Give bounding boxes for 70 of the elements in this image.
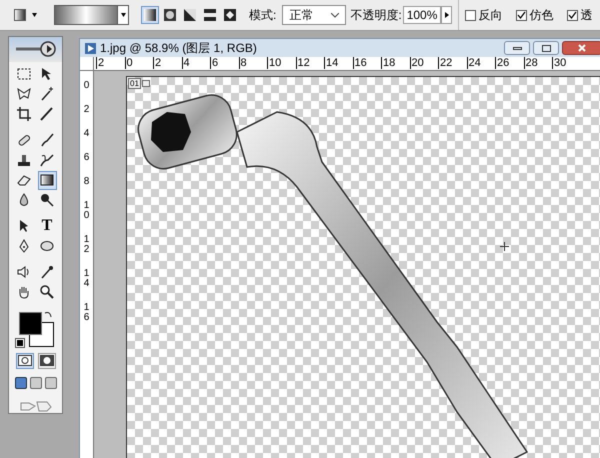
checkbox[interactable] <box>516 10 528 20</box>
standard-mode-icon[interactable] <box>16 352 34 369</box>
opacity-label: 不透明度: <box>350 7 402 24</box>
type-tool-button[interactable]: T <box>38 216 56 236</box>
opacity-slider-button[interactable] <box>441 6 452 24</box>
ruler-number: 10 <box>267 57 296 69</box>
ruler-number: 14 <box>324 57 352 69</box>
caret-icon <box>32 13 37 17</box>
ruler-number: 10 <box>83 201 90 221</box>
screen-mode-icon[interactable] <box>14 376 26 389</box>
ruler-number: 0 <box>124 57 153 69</box>
ruler-number: 18 <box>381 57 410 69</box>
ruler-number: 16 <box>352 57 381 69</box>
foreground-color-swatch[interactable] <box>18 312 42 335</box>
maximize-button[interactable] <box>533 41 559 55</box>
ruler-number: 20 <box>410 57 438 69</box>
minimize-button[interactable] <box>504 41 530 55</box>
ruler-number: 4 <box>182 57 210 69</box>
checkbox-label: 反向 <box>478 7 502 24</box>
diamond-gradient-button[interactable] <box>221 6 239 24</box>
background-color-swatch[interactable] <box>28 322 54 347</box>
close-button[interactable] <box>562 41 600 55</box>
ruler-number: 2 <box>96 57 124 69</box>
ruler-number: 14 <box>83 269 90 289</box>
ruler-number: 22 <box>438 57 466 69</box>
ruler-number: 6 <box>210 57 238 69</box>
gradient-picker[interactable] <box>54 5 129 25</box>
ruler-number: 2 <box>153 57 182 69</box>
ruler-number: 26 <box>495 57 524 69</box>
checkbox[interactable] <box>465 10 476 20</box>
ruler-number: 8 <box>238 57 267 69</box>
angle-gradient-button[interactable] <box>181 6 199 24</box>
ruler-number: 2 <box>83 105 90 115</box>
jump-to-imageready-icon[interactable] <box>18 398 52 413</box>
ruler-number: 30 <box>552 57 580 69</box>
ruler-number: 0 <box>83 81 90 91</box>
checkbox-label: 仿色 <box>529 7 554 24</box>
ruler-number: 16 <box>83 303 90 323</box>
ruler-number: 8 <box>83 177 90 187</box>
ruler-origin-corner[interactable] <box>80 57 94 71</box>
opacity-field[interactable]: 100% <box>402 6 442 24</box>
ruler-number: 12 <box>83 235 90 255</box>
reflected-gradient-button[interactable] <box>201 6 219 24</box>
layer-tag: 01 <box>128 78 141 89</box>
caret-icon <box>120 13 126 17</box>
ruler-number: 6 <box>83 153 90 163</box>
ruler-number: 12 <box>296 57 324 69</box>
document-title: 1.jpg @ 58.9% (图层 1, RGB) <box>100 40 257 57</box>
checkbox-label: 透 <box>580 7 592 24</box>
ruler-number: 28 <box>524 57 552 69</box>
radial-gradient-button[interactable] <box>161 6 179 24</box>
triangle-icon <box>444 12 449 18</box>
crop-icon[interactable] <box>14 104 34 124</box>
checkbox[interactable] <box>567 10 578 20</box>
gradient-icon[interactable] <box>38 170 56 190</box>
ruler-number: 4 <box>83 129 90 139</box>
mode-dropdown[interactable]: 正常 <box>282 5 346 25</box>
close-icon <box>578 44 586 52</box>
caret-icon <box>331 12 340 18</box>
document-icon <box>84 42 97 54</box>
crosshair-cursor-icon <box>500 242 509 251</box>
default-colors-icon[interactable] <box>16 338 24 347</box>
logo-icon <box>9 37 62 62</box>
mode-label: 模式: <box>249 7 276 24</box>
ruler-number: 24 <box>466 57 495 69</box>
linear-gradient-button[interactable] <box>141 6 159 24</box>
quick-mask-icon[interactable] <box>38 352 56 369</box>
screen-mode-icon[interactable] <box>30 376 42 389</box>
screen-mode-icon[interactable] <box>44 376 56 389</box>
layer-icon <box>142 80 150 87</box>
